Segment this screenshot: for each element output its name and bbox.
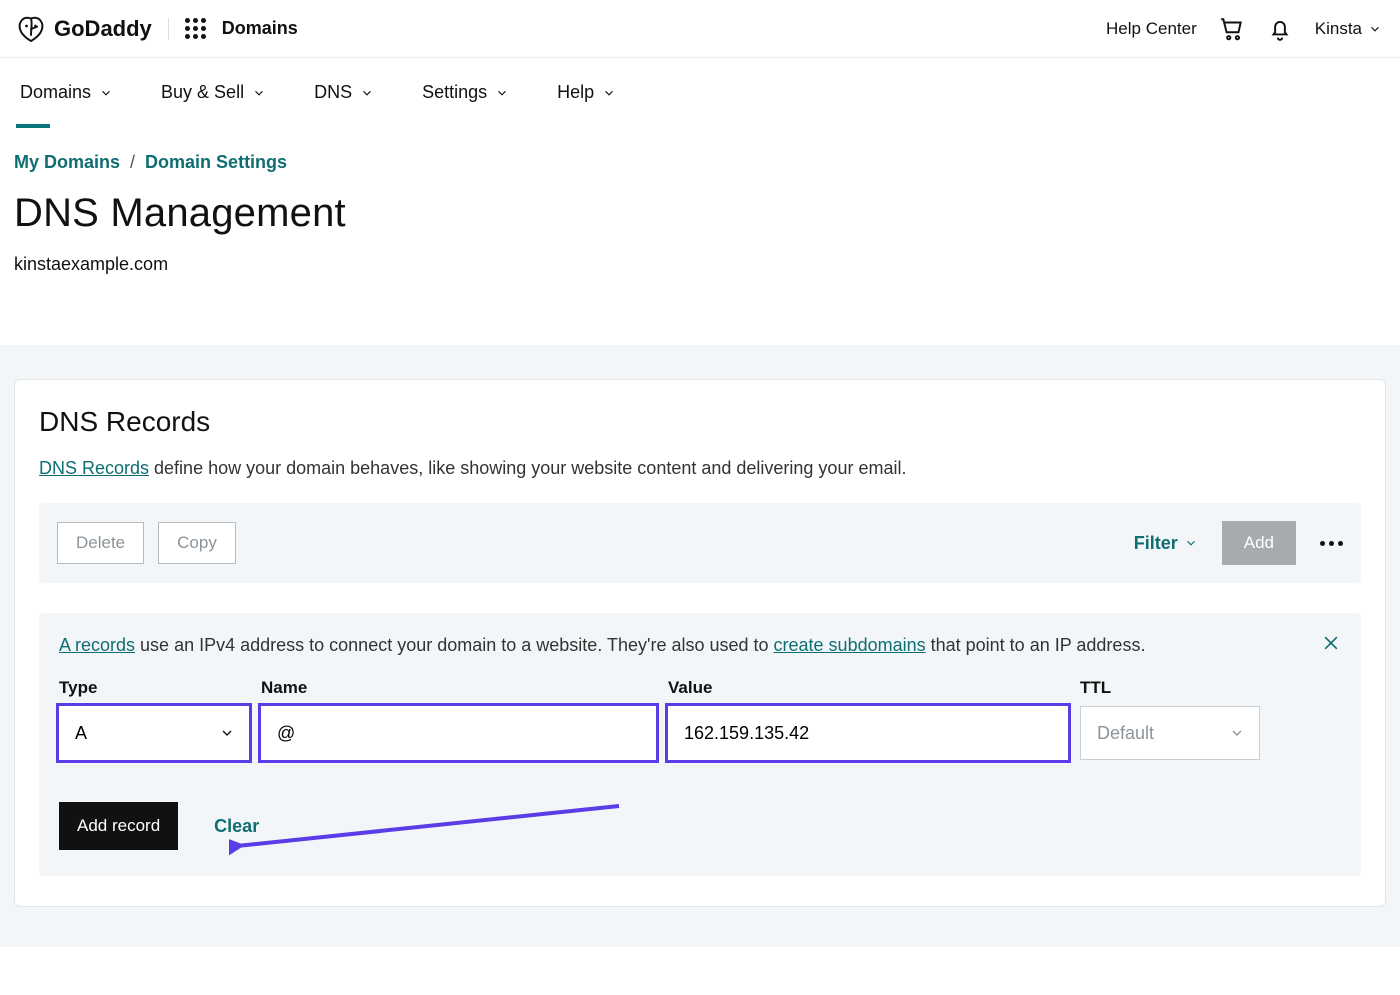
- add-button[interactable]: Add: [1222, 521, 1296, 565]
- page-title: DNS Management: [14, 191, 1386, 236]
- clear-link[interactable]: Clear: [214, 816, 259, 837]
- nav-settings[interactable]: Settings: [422, 80, 509, 127]
- nav-domains[interactable]: Domains: [20, 80, 113, 127]
- nav-buy-sell[interactable]: Buy & Sell: [161, 80, 266, 127]
- type-label: Type: [59, 678, 249, 698]
- more-menu-icon[interactable]: [1320, 541, 1343, 546]
- section-title: DNS Records: [39, 406, 1361, 438]
- domain-name-text: kinstaexample.com: [14, 254, 1386, 275]
- ttl-value[interactable]: [1081, 707, 1259, 759]
- brand-name: GoDaddy: [54, 16, 152, 42]
- chevron-down-icon: [252, 86, 266, 100]
- user-menu[interactable]: Kinsta: [1315, 19, 1382, 39]
- user-name: Kinsta: [1315, 19, 1362, 39]
- create-subdomains-link[interactable]: create subdomains: [774, 635, 926, 655]
- chevron-down-icon: [495, 86, 509, 100]
- close-icon[interactable]: [1321, 633, 1341, 653]
- help-center-link[interactable]: Help Center: [1106, 19, 1197, 39]
- type-select[interactable]: [59, 706, 249, 760]
- delete-button[interactable]: Delete: [57, 522, 144, 564]
- bell-icon[interactable]: [1267, 16, 1293, 42]
- breadcrumb-my-domains[interactable]: My Domains: [14, 152, 120, 173]
- ttl-select[interactable]: [1080, 706, 1260, 760]
- ttl-label: TTL: [1080, 678, 1260, 698]
- section-description: DNS Records define how your domain behav…: [39, 458, 1361, 479]
- value-input-wrap: [668, 706, 1068, 760]
- info-line: A records use an IPv4 address to connect…: [59, 635, 1341, 656]
- type-value[interactable]: [59, 706, 249, 760]
- cart-icon[interactable]: [1219, 16, 1245, 42]
- name-label: Name: [261, 678, 656, 698]
- chevron-down-icon: [99, 86, 113, 100]
- name-input[interactable]: [261, 706, 656, 760]
- name-input-wrap: [261, 706, 656, 760]
- records-toolbar: Delete Copy Filter Add: [39, 503, 1361, 583]
- godaddy-logo-icon: [16, 14, 46, 44]
- add-record-panel: A records use an IPv4 address to connect…: [39, 613, 1361, 876]
- chevron-down-icon: [1368, 22, 1382, 36]
- dns-records-card: DNS Records DNS Records define how your …: [14, 379, 1386, 907]
- godaddy-logo[interactable]: GoDaddy: [16, 14, 152, 44]
- value-input[interactable]: [668, 706, 1068, 760]
- copy-button[interactable]: Copy: [158, 522, 236, 564]
- breadcrumb: My Domains / Domain Settings: [14, 152, 1386, 173]
- nav-help[interactable]: Help: [557, 80, 616, 127]
- main-nav: Domains Buy & Sell DNS Settings Help: [0, 58, 1400, 128]
- chevron-down-icon: [602, 86, 616, 100]
- header-divider: [168, 18, 169, 40]
- breadcrumb-domain-settings[interactable]: Domain Settings: [145, 152, 287, 173]
- chevron-down-icon: [360, 86, 374, 100]
- chevron-down-icon: [1184, 536, 1198, 550]
- nav-dns[interactable]: DNS: [314, 80, 374, 127]
- dns-records-link[interactable]: DNS Records: [39, 458, 149, 478]
- filter-button[interactable]: Filter: [1134, 533, 1198, 554]
- a-records-link[interactable]: A records: [59, 635, 135, 655]
- product-name[interactable]: Domains: [222, 18, 298, 39]
- value-label: Value: [668, 678, 1068, 698]
- breadcrumb-sep: /: [130, 152, 135, 173]
- add-record-button[interactable]: Add record: [59, 802, 178, 850]
- apps-launcher-icon[interactable]: [185, 18, 206, 39]
